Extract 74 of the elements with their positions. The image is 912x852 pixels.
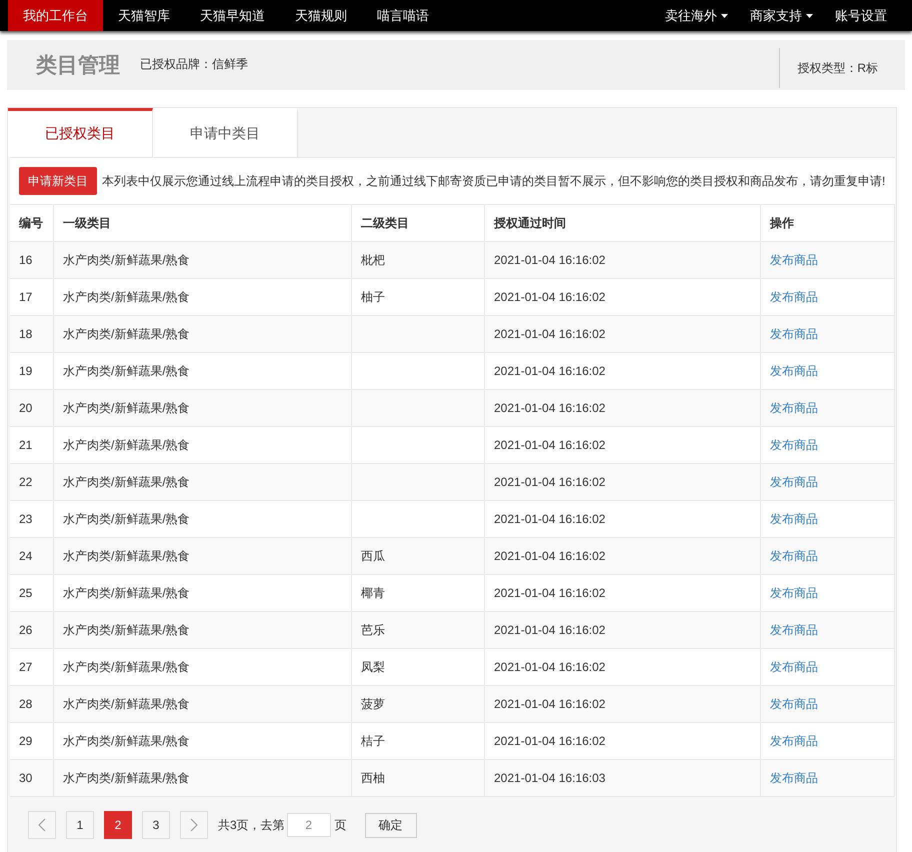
table-cell: 2021-01-04 16:16:02: [484, 390, 760, 426]
publish-link[interactable]: 发布商品: [770, 326, 818, 340]
nav-tab[interactable]: 天猫规则: [280, 0, 362, 31]
table-cell: 西柚: [352, 760, 484, 796]
table-cell: 2021-01-04 16:16:02: [484, 612, 760, 648]
table-cell: 18: [10, 316, 54, 352]
table-cell: 水产肉类/新鲜蔬果/熟食: [54, 390, 352, 426]
nav-dropdown[interactable]: 卖往海外: [654, 0, 739, 31]
publish-link[interactable]: 发布商品: [770, 696, 818, 710]
publish-link[interactable]: 发布商品: [770, 660, 818, 674]
caret-icon: [721, 14, 728, 18]
table-cell: 20: [10, 390, 54, 426]
table-cell: 2021-01-04 16:16:02: [484, 538, 760, 574]
table-cell: 水产肉类/新鲜蔬果/熟食: [54, 464, 352, 500]
apply-category-button[interactable]: 申请新类目: [19, 167, 97, 195]
publish-link[interactable]: 发布商品: [770, 290, 818, 304]
page-button[interactable]: 1: [66, 811, 94, 839]
nav-link[interactable]: 账号设置: [824, 0, 898, 31]
tab[interactable]: 申请中类目: [153, 108, 298, 157]
table-cell: 芭乐: [352, 612, 484, 648]
nav-tab[interactable]: 天猫早知道: [185, 0, 280, 31]
publish-link[interactable]: 发布商品: [770, 400, 818, 414]
table-cell: 水产肉类/新鲜蔬果/熟食: [54, 538, 352, 574]
table-cell: 水产肉类/新鲜蔬果/熟食: [54, 242, 352, 278]
column-header: 授权通过时间: [484, 204, 760, 242]
auth-type-label: 授权类型：R标: [797, 60, 878, 76]
table-cell: 22: [10, 464, 54, 500]
table-cell: 16: [10, 242, 54, 278]
table-cell: 2021-01-04 16:16:02: [484, 464, 760, 500]
table-cell: 2021-01-04 16:16:03: [484, 760, 760, 796]
page-button[interactable]: 2: [104, 811, 132, 839]
publish-link[interactable]: 发布商品: [770, 438, 818, 452]
chevron-right-icon: [190, 818, 198, 832]
nav-tab[interactable]: 喵言喵语: [362, 0, 444, 31]
prev-page-button[interactable]: [28, 811, 56, 839]
table-cell: 28: [10, 686, 54, 722]
table-cell: 2021-01-04 16:16:02: [484, 686, 760, 722]
table-cell: 26: [10, 612, 54, 648]
page-title: 类目管理: [36, 53, 120, 79]
table-cell: 24: [10, 538, 54, 574]
table-cell: 水产肉类/新鲜蔬果/熟食: [54, 686, 352, 722]
publish-link[interactable]: 发布商品: [770, 252, 818, 266]
table-cell: 水产肉类/新鲜蔬果/熟食: [54, 760, 352, 796]
publish-link[interactable]: 发布商品: [770, 622, 818, 636]
next-page-button[interactable]: [180, 811, 208, 839]
table-cell: 水产肉类/新鲜蔬果/熟食: [54, 612, 352, 648]
table-cell: 西瓜: [352, 538, 484, 574]
table-cell: 菠萝: [352, 686, 484, 722]
publish-link[interactable]: 发布商品: [770, 734, 818, 748]
table-cell: 枇杷: [352, 242, 484, 278]
brand-label: 已授权品牌：信鲜季: [140, 56, 248, 72]
caret-icon: [806, 14, 813, 18]
publish-link[interactable]: 发布商品: [770, 770, 818, 784]
chevron-left-icon: [38, 818, 46, 832]
column-header: 一级类目: [54, 204, 352, 242]
publish-link[interactable]: 发布商品: [770, 474, 818, 488]
publish-link[interactable]: 发布商品: [770, 364, 818, 378]
publish-link[interactable]: 发布商品: [770, 586, 818, 600]
table-cell: 水产肉类/新鲜蔬果/熟食: [54, 316, 352, 352]
page-suffix-label: 页: [334, 816, 347, 834]
nav-dropdown[interactable]: 商家支持: [739, 0, 824, 31]
page-button[interactable]: 3: [142, 811, 170, 839]
publish-link[interactable]: 发布商品: [770, 548, 818, 562]
nav-tab[interactable]: 天猫智库: [103, 0, 185, 31]
table-cell: 30: [10, 760, 54, 796]
publish-link[interactable]: 发布商品: [770, 512, 818, 526]
confirm-button[interactable]: 确定: [364, 812, 417, 838]
tab[interactable]: 已授权类目: [8, 108, 153, 157]
table-cell: 2021-01-04 16:16:02: [484, 316, 760, 352]
page-input-field[interactable]: 2: [286, 813, 331, 837]
page-total-label: 共3页，去第: [218, 816, 285, 834]
nav-tab[interactable]: 我的工作台: [8, 0, 103, 31]
table-cell: 2021-01-04 16:16:02: [484, 242, 760, 278]
notice-text: 本列表中仅展示您通过线上流程申请的类目授权，之前通过线下邮寄资质已申请的类目暂不展示，但不影响您的类目授权和商品发布，请勿重复申请!: [102, 172, 886, 190]
